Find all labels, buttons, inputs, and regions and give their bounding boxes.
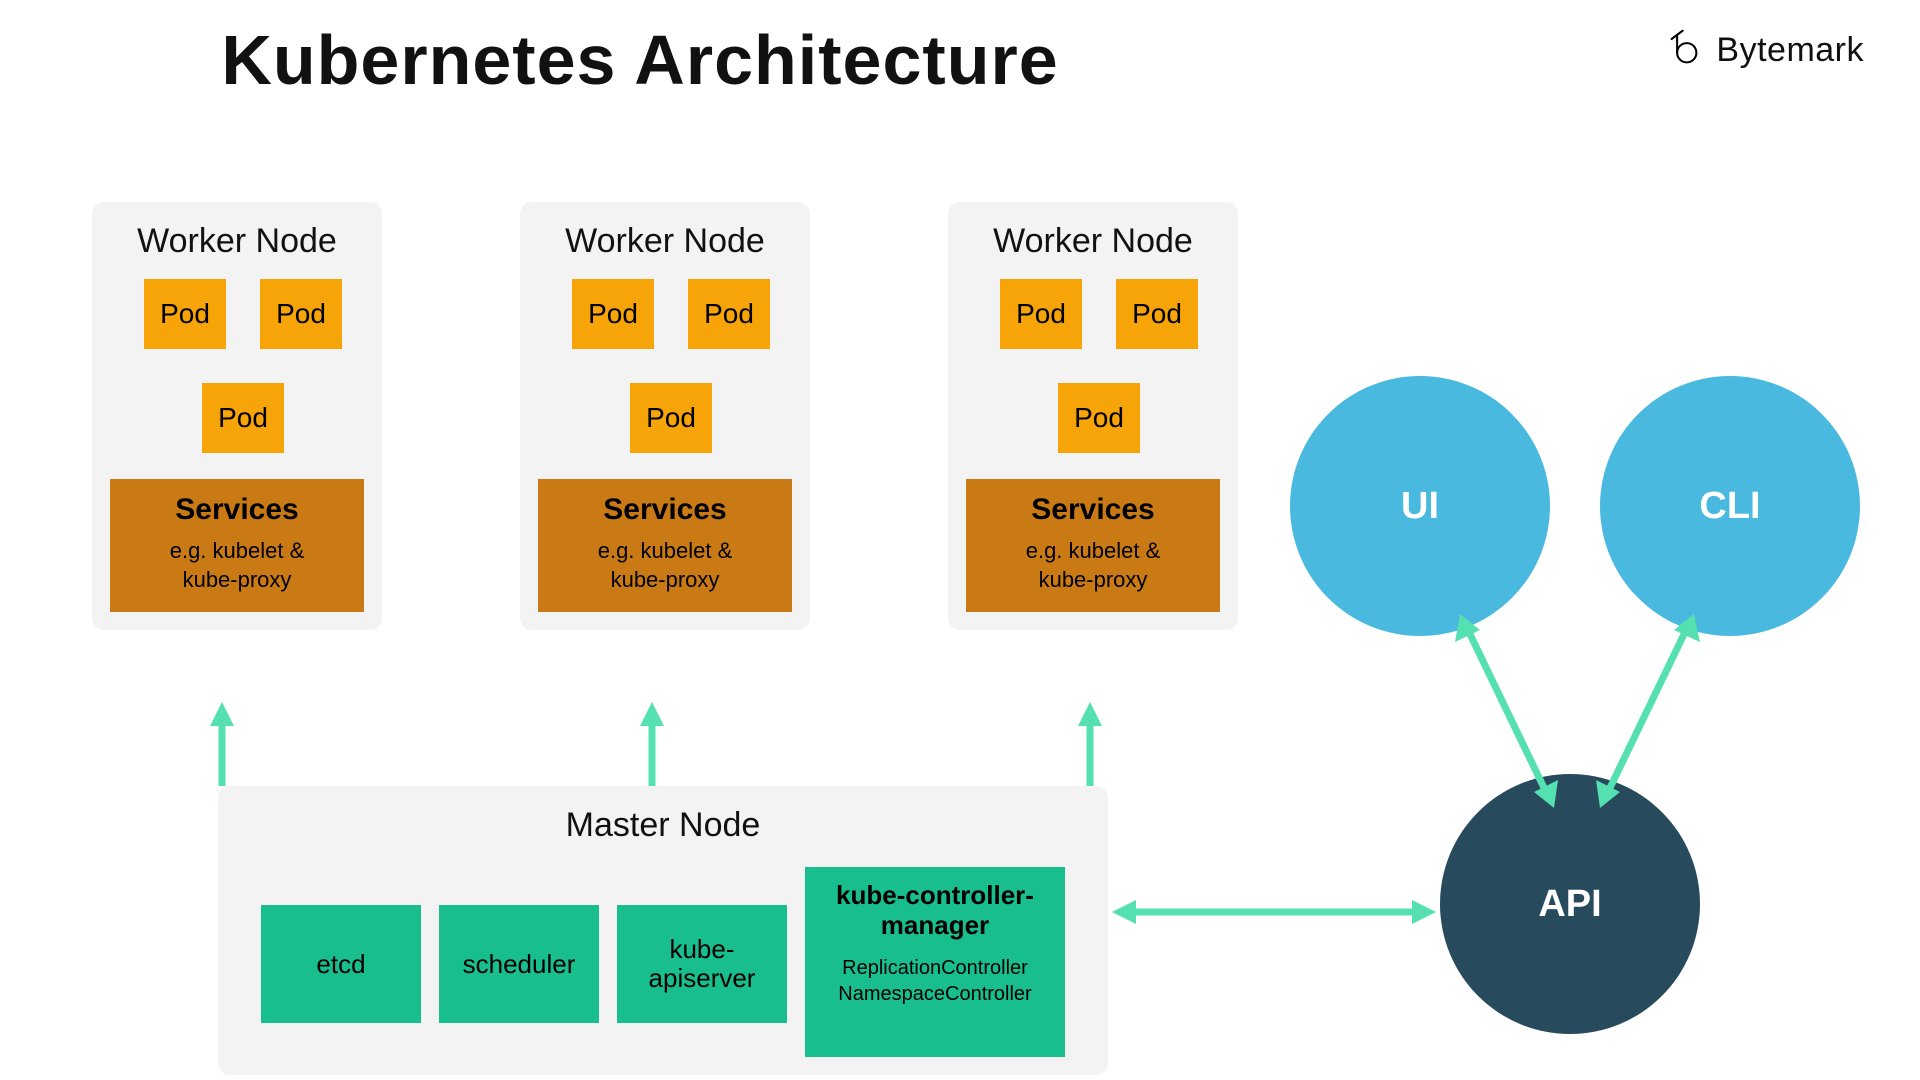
- worker-node-card: Worker Node Pod Pod Pod Services e.g. ku…: [92, 202, 382, 630]
- arrow-cli-api-bidirectional: [1596, 614, 1700, 808]
- services-subtext: e.g. kubelet &kube-proxy: [974, 537, 1212, 594]
- services-box: Services e.g. kubelet &kube-proxy: [110, 479, 364, 612]
- master-node-card: Master Node etcd scheduler kube-apiserve…: [218, 786, 1108, 1075]
- bytemark-logo-text: Bytemark: [1716, 31, 1864, 70]
- services-box: Services e.g. kubelet &kube-proxy: [538, 479, 792, 612]
- kube-controller-manager-box: kube-controller-manager ReplicationContr…: [805, 867, 1065, 1057]
- services-heading: Services: [546, 493, 784, 527]
- cli-circle: CLI: [1600, 376, 1860, 636]
- worker-node-title: Worker Node: [538, 222, 792, 261]
- services-subtext: e.g. kubelet &kube-proxy: [546, 537, 784, 594]
- etcd-box: etcd: [261, 905, 421, 1023]
- master-components-row: etcd scheduler kube-apiserver kube-contr…: [236, 867, 1090, 1057]
- arrow-master-api-bidirectional: [1112, 900, 1436, 924]
- kube-apiserver-box: kube-apiserver: [617, 905, 787, 1023]
- ui-circle: UI: [1290, 376, 1550, 636]
- pod-box: Pod: [688, 279, 770, 349]
- worker-node-card: Worker Node Pod Pod Pod Services e.g. ku…: [948, 202, 1238, 630]
- worker-node-title: Worker Node: [966, 222, 1220, 261]
- master-node-title: Master Node: [236, 806, 1090, 845]
- arrow-master-to-worker: [640, 702, 664, 786]
- pods-group: Pod Pod Pod: [966, 279, 1220, 479]
- arrow-master-to-worker: [1078, 702, 1102, 786]
- pod-box: Pod: [202, 383, 284, 453]
- diagram-title: Kubernetes Architecture: [0, 20, 1280, 100]
- scheduler-box: scheduler: [439, 905, 599, 1023]
- arrow-master-to-worker: [210, 702, 234, 786]
- pod-box: Pod: [1116, 279, 1198, 349]
- services-heading: Services: [974, 493, 1212, 527]
- pod-box: Pod: [1058, 383, 1140, 453]
- worker-node-card: Worker Node Pod Pod Pod Services e.g. ku…: [520, 202, 810, 630]
- pods-group: Pod Pod Pod: [110, 279, 364, 479]
- pod-box: Pod: [630, 383, 712, 453]
- pod-box: Pod: [260, 279, 342, 349]
- bytemark-logo: Bytemark: [1662, 28, 1864, 72]
- pods-group: Pod Pod Pod: [538, 279, 792, 479]
- pod-box: Pod: [144, 279, 226, 349]
- services-subtext: e.g. kubelet &kube-proxy: [118, 537, 356, 594]
- services-heading: Services: [118, 493, 356, 527]
- worker-node-title: Worker Node: [110, 222, 364, 261]
- api-circle: API: [1440, 774, 1700, 1034]
- bytemark-logo-icon: [1662, 28, 1706, 72]
- pod-box: Pod: [1000, 279, 1082, 349]
- pod-box: Pod: [572, 279, 654, 349]
- services-box: Services e.g. kubelet &kube-proxy: [966, 479, 1220, 612]
